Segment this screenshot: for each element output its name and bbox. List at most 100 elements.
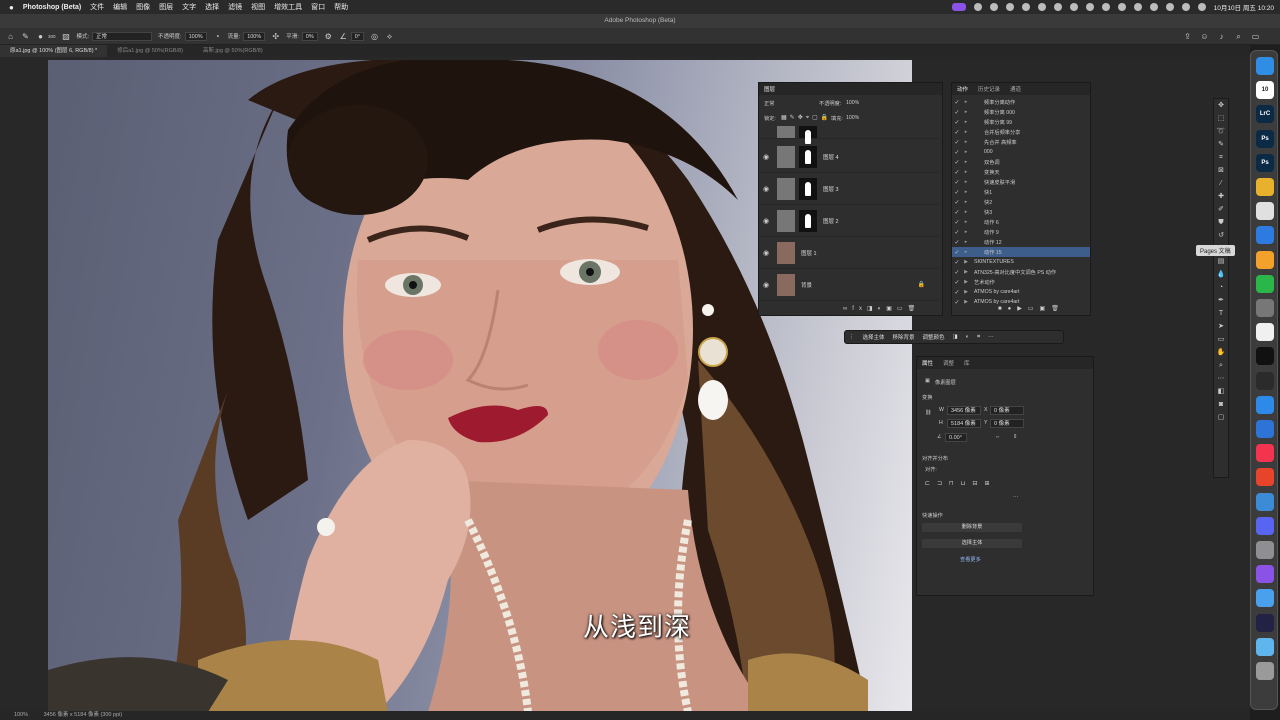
brush-tool-icon[interactable]: ✐ xyxy=(1214,204,1228,216)
tab-actions[interactable]: 动作 xyxy=(952,85,973,93)
layer-opacity-field[interactable]: 100% xyxy=(846,100,859,106)
toggle-check-icon[interactable]: ✓ xyxy=(952,159,962,166)
workspace-icon[interactable]: ▭ xyxy=(1251,32,1260,41)
expand-icon[interactable]: ▸ xyxy=(962,199,970,205)
dock-app-app-yellow[interactable] xyxy=(1256,178,1274,196)
flow-field[interactable]: 100% xyxy=(243,31,266,41)
smooth-field[interactable]: 0% xyxy=(301,31,318,41)
angle-field[interactable]: 0° xyxy=(350,31,365,41)
action-item[interactable]: ✓ ▸ 动作 9 xyxy=(952,227,1090,237)
wifi-icon[interactable] xyxy=(1149,3,1158,11)
tab-doc-1[interactable]: 原a1.jpg @ 100% (图层 6, RGB/8) * xyxy=(0,45,108,57)
lock-icons[interactable]: ▦✎✥⌖▢🔒 xyxy=(781,114,831,122)
menu-filter[interactable]: 滤镜 xyxy=(228,2,242,12)
link-icon[interactable]: ⛓ xyxy=(925,410,932,416)
clock[interactable]: 10月10日 周五 10:20 xyxy=(1214,2,1274,12)
dock-app-keynote[interactable] xyxy=(1256,420,1274,438)
expand-icon[interactable]: ▸ xyxy=(962,169,970,175)
action-item[interactable]: ✓ ▶ 艺术动作 xyxy=(952,277,1090,287)
h-field[interactable]: 5184 像素 xyxy=(947,419,981,428)
toggle-check-icon[interactable]: ✓ xyxy=(952,169,962,176)
mask-icon[interactable]: ◨ xyxy=(953,334,958,340)
hand-tool-icon[interactable]: ✋ xyxy=(1214,347,1228,359)
toggle-check-icon[interactable]: ✓ xyxy=(952,259,962,266)
toggle-check-icon[interactable]: ✓ xyxy=(952,279,962,286)
layer-row[interactable]: ◉ 图层 1 xyxy=(759,237,939,269)
eyedropper-tool-icon[interactable]: ⁄ xyxy=(1214,178,1228,190)
search-icon[interactable] xyxy=(1165,3,1174,11)
select-subject-quick-button[interactable]: 选择主体 xyxy=(922,539,1022,548)
pen-tool-icon[interactable]: ✒ xyxy=(1214,295,1228,307)
dock-app-pages[interactable] xyxy=(1256,250,1274,269)
action-item[interactable]: ✓ ▸ 先合并 高频率 xyxy=(952,137,1090,147)
menu-file[interactable]: 文件 xyxy=(90,2,104,12)
zoom-level[interactable]: 100% xyxy=(14,712,28,718)
expand-icon[interactable]: ▶ xyxy=(962,259,970,265)
toggle-check-icon[interactable]: ✓ xyxy=(952,199,962,206)
adjust-color-button[interactable]: 调整颜色 xyxy=(923,333,945,341)
expand-icon[interactable]: ▸ xyxy=(962,139,970,145)
align-section[interactable]: 对齐并分布 xyxy=(922,455,948,462)
visibility-eye-icon[interactable]: ◉ xyxy=(759,281,773,289)
cat-icon[interactable] xyxy=(1021,3,1030,11)
transform-section[interactable]: 变换 xyxy=(922,394,932,401)
visibility-eye-icon[interactable]: ◉ xyxy=(759,217,773,225)
gradient-tool-icon[interactable]: ▤ xyxy=(1214,256,1228,268)
visibility-eye-icon[interactable]: ◉ xyxy=(759,185,773,193)
layer-mask-thumbnail[interactable] xyxy=(799,145,817,168)
visibility-eye-icon[interactable]: ◉ xyxy=(759,153,773,161)
media-next-icon[interactable] xyxy=(1085,3,1094,11)
expand-icon[interactable]: ▸ xyxy=(962,239,970,245)
expand-icon[interactable]: ▸ xyxy=(962,229,970,235)
dock-app-folder[interactable] xyxy=(1256,637,1274,656)
dock-app-finder[interactable] xyxy=(1256,57,1274,75)
action-item[interactable]: ✓ ▸ 快3 xyxy=(952,207,1090,217)
quick-mask-icon[interactable]: ◙ xyxy=(1214,399,1228,411)
network-stats-icon[interactable] xyxy=(1037,3,1046,11)
tab-properties[interactable]: 属性 xyxy=(917,359,938,367)
dock-app-ps-beta[interactable]: Ps xyxy=(1256,153,1274,172)
dock-app-ps[interactable]: Ps xyxy=(1256,129,1274,148)
screen-mode-icon[interactable]: ▢ xyxy=(1214,412,1228,424)
home-icon[interactable]: ⌂ xyxy=(6,32,15,41)
layer-mask-thumbnail[interactable] xyxy=(799,177,817,200)
w-field[interactable]: 3456 像素 xyxy=(947,406,981,415)
brush-settings-icon[interactable]: ▨ xyxy=(62,32,71,41)
layer-footer-icons[interactable]: ∞fx◨◐▣▭🗑 xyxy=(843,305,920,312)
layer-row[interactable]: ◉ 图层 2 xyxy=(759,205,939,237)
toggle-check-icon[interactable]: ✓ xyxy=(952,229,962,236)
expand-icon[interactable]: ▸ xyxy=(962,249,970,255)
blur-tool-icon[interactable]: 💧 xyxy=(1214,269,1228,281)
toggle-check-icon[interactable]: ✓ xyxy=(952,239,962,246)
layer-name[interactable]: 图层 4 xyxy=(823,153,839,161)
expand-icon[interactable]: ▸ xyxy=(962,119,970,125)
menu-view[interactable]: 视图 xyxy=(251,2,265,12)
y-field[interactable]: 0 像素 xyxy=(990,419,1024,428)
dock-app-capcut[interactable] xyxy=(1256,347,1274,366)
move-tool-icon[interactable]: ✥ xyxy=(1214,100,1228,112)
app-menu[interactable]: Photoshop (Beta) xyxy=(23,4,81,11)
toggle-check-icon[interactable]: ✓ xyxy=(952,149,962,156)
action-item[interactable]: ✓ ▶ ATMOS by care4art xyxy=(952,287,1090,297)
control-center-icon[interactable] xyxy=(1181,3,1190,11)
visibility-eye-icon[interactable]: ◉ xyxy=(759,249,773,257)
dock-app-app-dark[interactable] xyxy=(1256,613,1274,632)
menu-image[interactable]: 图像 xyxy=(136,2,150,12)
dock-app-app-blue[interactable] xyxy=(1256,395,1274,414)
dock-app-app-lightblue[interactable] xyxy=(1256,589,1274,608)
dock-app-wechat[interactable] xyxy=(1256,274,1274,293)
toggle-check-icon[interactable]: ✓ xyxy=(952,129,962,136)
dock-app-calendar[interactable]: 10 xyxy=(1256,81,1274,100)
dock-app-chrome[interactable] xyxy=(1256,202,1274,221)
expand-icon[interactable]: ▸ xyxy=(962,209,970,215)
more-icon[interactable]: ⋯ xyxy=(988,334,994,340)
eye-icon[interactable] xyxy=(1005,3,1014,11)
color-swatch-icon[interactable]: ◧ xyxy=(1214,386,1228,398)
dock-app-music[interactable] xyxy=(1256,444,1274,463)
dock-app-app-grey[interactable] xyxy=(1256,299,1274,317)
tab-doc-3[interactable]: 高斯.jpg @ 50%(RGB/8) xyxy=(193,45,273,57)
angle-field[interactable]: 0.00° xyxy=(945,433,967,442)
dock-app-settings[interactable] xyxy=(1256,541,1274,559)
actions-footer-icons[interactable]: ■●▶▭▣🗑 xyxy=(998,305,1065,312)
dock-app-app-red[interactable] xyxy=(1256,468,1274,487)
